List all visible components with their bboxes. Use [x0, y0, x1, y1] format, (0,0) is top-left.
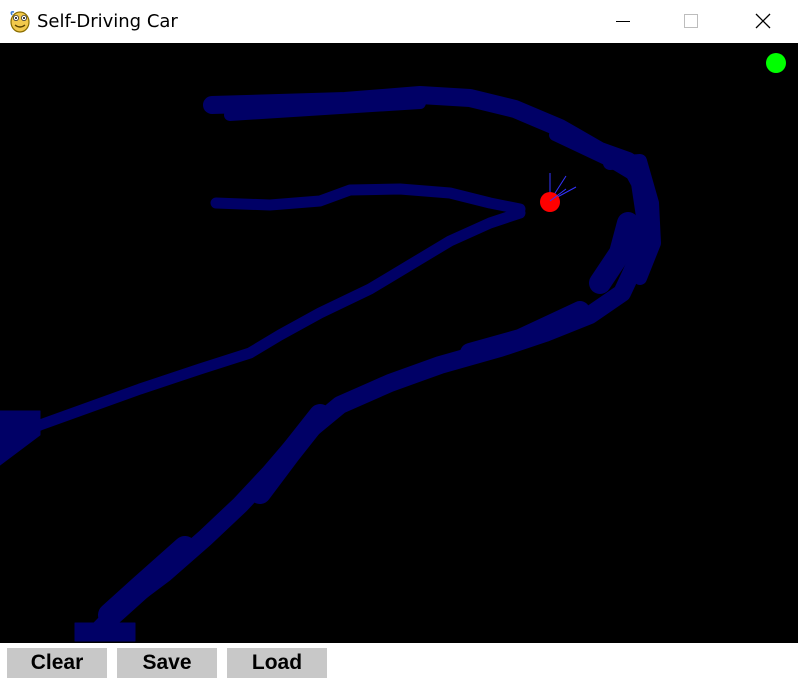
clear-button[interactable]: Clear — [7, 648, 107, 678]
car-body — [540, 192, 560, 212]
car — [540, 173, 577, 212]
drawing-canvas[interactable] — [0, 43, 798, 643]
close-button[interactable] — [740, 0, 786, 43]
minimize-icon — [616, 21, 630, 22]
maximize-icon — [684, 14, 698, 28]
title-bar[interactable]: Self-Driving Car — [0, 0, 801, 43]
app-window: Self-Driving Car Clear Save Load — [0, 0, 801, 685]
button-bar: Clear Save Load — [0, 643, 801, 685]
window-title: Self-Driving Car — [37, 11, 178, 32]
goal-marker — [766, 53, 786, 73]
road-drawing — [0, 86, 661, 642]
minimize-button[interactable] — [600, 0, 646, 43]
save-button[interactable]: Save — [117, 648, 217, 678]
maximize-button[interactable] — [668, 0, 714, 43]
python-snake-icon — [9, 9, 31, 33]
load-button[interactable]: Load — [227, 648, 327, 678]
close-icon — [755, 13, 771, 29]
